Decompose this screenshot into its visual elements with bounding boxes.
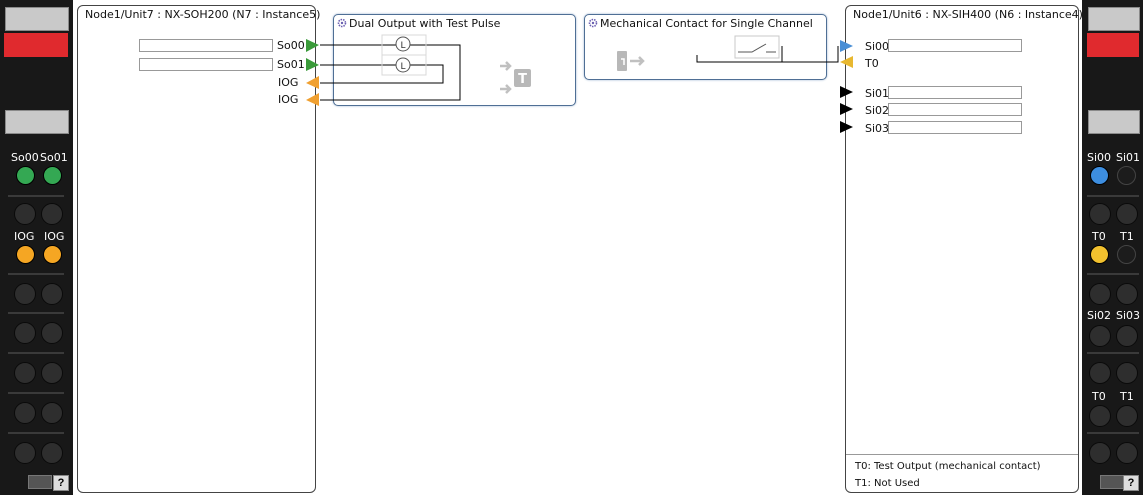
arrow-iog-2 (306, 93, 319, 106)
led-t1 (1117, 245, 1136, 264)
terminal-hole (1116, 442, 1138, 464)
wire-si00 (696, 46, 839, 63)
terminal-cap-top (1088, 7, 1140, 31)
terminal-label-t0-lower: T0 (1092, 390, 1106, 403)
svg-text:L: L (400, 62, 405, 72)
terminal-label-si02: Si02 (1087, 309, 1112, 322)
terminal-hole (1116, 362, 1138, 384)
terminal-hole (1116, 405, 1138, 427)
terminal-red-indicator (1087, 33, 1139, 57)
terminal-hole (1089, 442, 1111, 464)
arrow-si00 (840, 40, 853, 52)
mechanical-contact-symbol (734, 35, 780, 59)
svg-text:L: L (400, 41, 405, 51)
arrow-si02 (840, 103, 853, 115)
led-t0 (1090, 245, 1109, 264)
arrow-si01 (840, 86, 853, 98)
terminal-label-si00: Si00 (1087, 151, 1112, 164)
led-si01 (1117, 166, 1136, 185)
terminal-hole (1089, 325, 1111, 347)
arrow-iog-1 (306, 76, 319, 89)
terminal-hole (1089, 405, 1111, 427)
right-terminal-strip: Si00 Si01 T0 T1 Si02 Si03 T0 T1 ? (1082, 0, 1143, 495)
help-icon[interactable]: ? (1123, 475, 1139, 491)
test-pulse-symbols: L L (381, 34, 427, 76)
arrow-t0 (840, 56, 853, 68)
arrow-so00 (306, 39, 319, 52)
terminal-label-t1: T1 (1120, 230, 1134, 243)
terminal-hole (1116, 283, 1138, 305)
terminal-hole (1116, 203, 1138, 225)
terminal-slot (1087, 195, 1139, 197)
arrow-si03 (840, 121, 853, 133)
connection-diagram: L L (306, 34, 853, 133)
terminal-label-si01: Si01 (1116, 151, 1141, 164)
terminal-hole (1116, 325, 1138, 347)
terminal-label-si03: Si03 (1116, 309, 1141, 322)
arrow-so01 (306, 58, 319, 71)
pin-arrows (306, 39, 853, 133)
terminal-hole (1089, 283, 1111, 305)
terminal-label-t1-lower: T1 (1120, 390, 1134, 403)
wire-so00-loop (320, 44, 461, 101)
wires (320, 44, 839, 101)
terminal-hole (1089, 362, 1111, 384)
led-si00 (1090, 166, 1109, 185)
terminal-label-t0: T0 (1092, 230, 1106, 243)
terminal-slot (1087, 432, 1139, 434)
terminal-slot (1087, 273, 1139, 275)
terminal-slot (1087, 352, 1139, 354)
terminal-cap-middle (1088, 110, 1140, 134)
terminal-hole (1089, 203, 1111, 225)
terminal-bottom-tab (1100, 475, 1124, 489)
